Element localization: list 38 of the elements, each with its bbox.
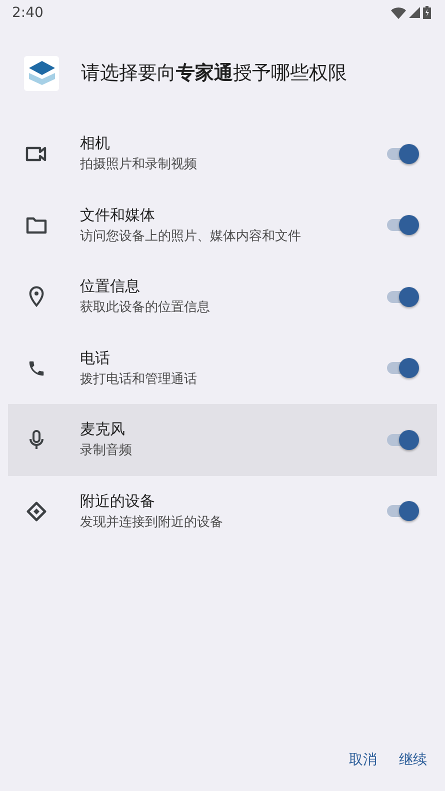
dialog-button[interactable]: 继续	[399, 747, 427, 773]
permission-row[interactable]: 电话 拨打电话和管理通话	[8, 332, 437, 404]
permission-description: 拨打电话和管理通话	[80, 370, 198, 388]
permission-row[interactable]: 相机 拍摄照片和录制视频	[8, 118, 437, 190]
phone-icon	[26, 358, 46, 378]
permission-name: 麦克风	[80, 420, 126, 440]
permission-description: 获取此设备的位置信息	[80, 299, 211, 316]
permission-name: 相机	[80, 134, 111, 154]
folder-icon	[26, 216, 46, 234]
permission-description: 拍摄照片和录制视频	[80, 156, 198, 174]
toggle-switch[interactable]	[387, 284, 419, 309]
permission-row[interactable]: 文件和媒体 访问您设备上的照片、媒体内容和文件	[8, 190, 437, 261]
toggle-switch[interactable]	[387, 142, 419, 166]
signal-icon	[409, 7, 420, 18]
permission-name: 电话	[80, 348, 111, 368]
permission-name: 附近的设备	[80, 492, 156, 511]
toggle-switch[interactable]	[387, 428, 419, 452]
wifi-icon	[391, 6, 406, 18]
toggle-switch[interactable]	[387, 499, 419, 524]
permission-row[interactable]: 附近的设备 发现并连接到附近的设备	[8, 476, 437, 547]
toggle-switch[interactable]	[387, 213, 419, 238]
clock-time: 2:40	[12, 4, 44, 20]
dialog-title: 请选择要向专家通授予哪些权限	[81, 61, 347, 86]
battery-icon	[423, 6, 431, 19]
microphone-icon	[28, 430, 44, 450]
nearby-devices-icon	[26, 500, 46, 522]
permission-description: 访问您设备上的照片、媒体内容和文件	[80, 228, 302, 245]
toggle-switch[interactable]	[387, 356, 419, 380]
location-pin-icon	[28, 286, 44, 308]
app-logo-icon	[24, 56, 59, 90]
permission-name: 文件和媒体	[80, 206, 156, 225]
dialog-button[interactable]: 取消	[349, 747, 377, 773]
video-camera-icon	[25, 146, 47, 162]
permission-row[interactable]: 麦克风 录制音频	[8, 404, 437, 476]
permission-name: 位置信息	[80, 277, 141, 296]
permission-description: 发现并连接到附近的设备	[80, 514, 224, 531]
permission-description: 录制音频	[80, 442, 133, 460]
permission-row[interactable]: 位置信息 获取此设备的位置信息	[8, 261, 437, 332]
